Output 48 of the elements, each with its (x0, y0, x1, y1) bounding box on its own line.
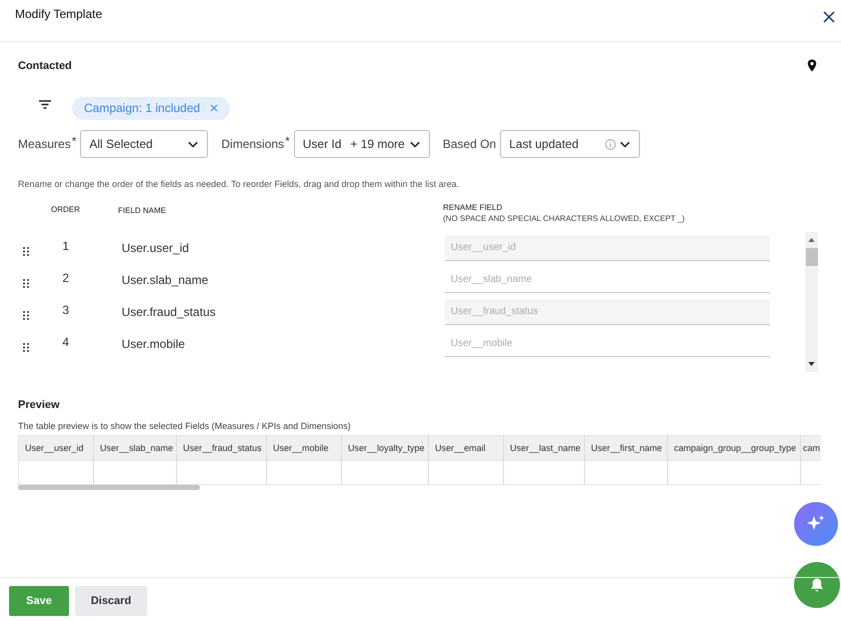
field-name: User.fraud_status (122, 305, 217, 319)
rename-input[interactable]: User__user_id (444, 235, 770, 261)
field-label: Measures (18, 137, 71, 151)
field-name: User.slab_name (122, 273, 210, 287)
field-name: User.mobile (122, 337, 186, 351)
window-title: Modify Template (15, 7, 102, 23)
arrow-up-icon (808, 238, 815, 242)
location-pin-icon (807, 59, 817, 72)
scrollbar[interactable] (805, 232, 818, 372)
field-label: Based On (442, 137, 496, 151)
drag-handle-icon[interactable] (23, 342, 29, 352)
column-note: (NO SPACE AND SPECIAL CHARACTERS ALLOWED, EXCEPT _) (443, 214, 685, 223)
section-title: Contacted (18, 60, 72, 72)
order-number: 1 (61, 239, 70, 253)
required-marker: * (285, 134, 290, 148)
order-number: 4 (61, 335, 70, 349)
info-icon (605, 138, 616, 150)
notification-button[interactable] (794, 562, 840, 608)
scrollbar[interactable] (18, 485, 200, 490)
drag-handle-icon[interactable] (23, 246, 29, 256)
chevron-down-icon (619, 139, 632, 149)
order-number: 2 (61, 271, 70, 285)
preview-note: The table preview is to show the selected Fields (Measures / KPIs and Dimensions) (18, 421, 352, 431)
chevron-down-icon (187, 139, 200, 149)
dropdown[interactable]: User Id + 19 more (294, 130, 430, 158)
order-number: 3 (61, 303, 70, 317)
discard-button[interactable]: Discard (75, 586, 147, 616)
field-label: Dimensions (221, 137, 284, 151)
chevron-down-icon (408, 139, 421, 149)
dropdown[interactable]: Last updated (500, 130, 640, 158)
required-marker: * (72, 134, 76, 148)
rename-input[interactable]: User__fraud_status (444, 299, 770, 325)
close-icon[interactable] (823, 11, 835, 23)
bell-icon (810, 577, 824, 593)
hint-text: Rename or change the order of the fields as needed. To reorder Fields, drag and drop them within the list area. (18, 179, 460, 189)
column-header: ORDER (50, 205, 81, 216)
dropdown[interactable]: All Selected (80, 130, 208, 158)
arrow-down-icon (808, 362, 815, 366)
filter-icon[interactable] (39, 100, 51, 108)
section-title: Preview (18, 399, 61, 411)
drag-handle-icon[interactable] (23, 278, 29, 288)
column-header: RENAME FIELD (443, 203, 504, 212)
table-header: cam (802, 442, 821, 455)
field-name: User.user_id (122, 241, 190, 255)
drag-handle-icon[interactable] (23, 310, 29, 320)
column-header: FIELD NAME (118, 206, 168, 217)
scroll-thumb[interactable] (806, 248, 818, 266)
assistant-button[interactable] (794, 502, 838, 546)
